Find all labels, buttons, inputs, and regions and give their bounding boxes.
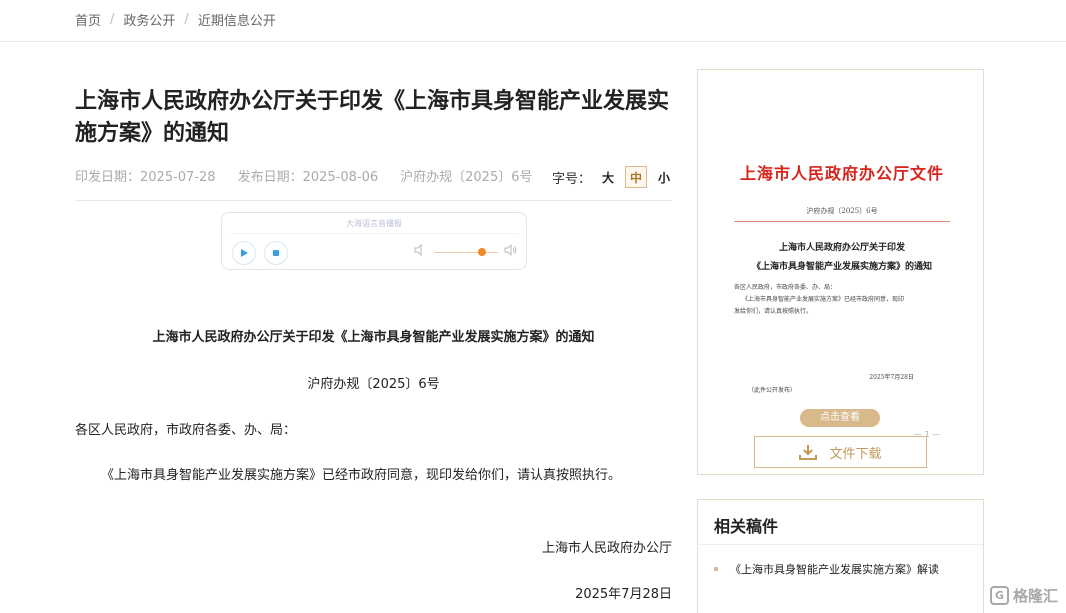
- page-title: 上海市人民政府办公厅关于印发《上海市具身智能产业发展实施方案》的通知: [75, 89, 670, 146]
- related-title: 相关稿件: [714, 517, 779, 536]
- file-thumbnail[interactable]: 上海市人民政府办公厅文件 沪府办规〔2025〕6号 上海市人民政府办公厅关于印发…: [734, 160, 950, 394]
- watermark-text: 格隆汇: [1013, 587, 1059, 605]
- issue-date: 印发日期：2025-07-28: [75, 170, 216, 185]
- download-label: 文件下载: [829, 446, 882, 462]
- play-icon: [241, 249, 248, 257]
- file-title-line1: 上海市人民政府办公厅关于印发: [778, 243, 905, 253]
- breadcrumb-recent-info[interactable]: 近期信息公开: [198, 10, 276, 29]
- volume-high-icon[interactable]: [504, 243, 518, 259]
- document-signature: 上海市人民政府办公厅: [541, 541, 672, 556]
- breadcrumb-bar: 首页 / 政务公开 / 近期信息公开: [0, 0, 1066, 42]
- breadcrumb-gov-affairs[interactable]: 政务公开: [123, 10, 175, 29]
- file-text-line1: 各区人民政府，市政府各委、办、局：: [734, 284, 837, 291]
- audio-player: 大海语言音播报: [221, 212, 527, 270]
- file-red-rule: [734, 221, 950, 222]
- font-size-label: 字号：: [552, 171, 592, 187]
- file-header: 上海市人民政府办公厅文件: [739, 164, 944, 183]
- watermark-logo-icon: G: [990, 586, 1009, 605]
- stop-icon: [273, 250, 279, 256]
- view-file-button[interactable]: 点击查看: [800, 409, 880, 427]
- related-item[interactable]: 《上海市具身智能产业发展实施方案》解读: [714, 561, 939, 577]
- file-text-line2: 《上海市具身智能产业发展实施方案》已经市政府同意，现印: [742, 296, 905, 303]
- related-articles-panel: 相关稿件 《上海市具身智能产业发展实施方案》解读: [697, 499, 984, 613]
- watermark: G 格隆汇: [990, 585, 1058, 606]
- document-salutation: 各区人民政府，市政府各委、办、局：: [75, 423, 297, 438]
- breadcrumb-separator: /: [110, 12, 115, 27]
- breadcrumb-separator: /: [184, 12, 189, 27]
- font-size-medium-button[interactable]: 中: [625, 166, 648, 188]
- file-preview-panel: 上海市人民政府办公厅文件 沪府办规〔2025〕6号 上海市人民政府办公厅关于印发…: [697, 69, 984, 475]
- download-file-button[interactable]: 文件下载: [754, 436, 927, 468]
- article-meta: 印发日期：2025-07-28 发布日期：2025-08-06 沪府办规〔202…: [75, 166, 532, 185]
- doc-number: 沪府办规〔2025〕6号: [400, 170, 533, 185]
- volume-low-icon[interactable]: [414, 243, 426, 259]
- related-item-label: 《上海市具身智能产业发展实施方案》解读: [730, 563, 939, 576]
- file-text: 各区人民政府，市政府各委、办、局： 《上海市具身智能产业发展实施方案》已经市政府…: [734, 282, 950, 318]
- download-icon: [799, 444, 818, 460]
- publish-date: 发布日期：2025-08-06: [237, 170, 379, 185]
- document-paragraph: 《上海市具身智能产业发展实施方案》已经市政府同意，现印发给你们，请认真按照执行。: [101, 468, 622, 483]
- document-heading: 上海市人民政府办公厅关于印发《上海市具身智能产业发展实施方案》的通知: [152, 330, 595, 345]
- audio-divider: [230, 233, 518, 234]
- font-size-selector: 字号： 大 中 小: [552, 166, 675, 188]
- file-text-line3: 发给你们，请认真按照执行。: [734, 308, 813, 315]
- file-public-note: （此件公开发布）: [748, 387, 797, 394]
- file-number: 沪府办规〔2025〕6号: [806, 207, 878, 215]
- breadcrumb-home[interactable]: 首页: [75, 10, 101, 29]
- title-divider: [75, 200, 672, 201]
- stop-button[interactable]: [264, 241, 288, 265]
- volume-slider-track[interactable]: [434, 252, 498, 253]
- related-divider: [698, 544, 983, 545]
- document-date: 2025年7月28日: [575, 587, 672, 602]
- file-title-line2: 《上海市具身智能产业发展实施方案》的通知: [751, 262, 932, 272]
- document-number: 沪府办规〔2025〕6号: [307, 377, 440, 392]
- font-size-small-button[interactable]: 小: [653, 166, 675, 188]
- play-button[interactable]: [232, 241, 256, 265]
- volume-slider-knob[interactable]: [478, 248, 486, 256]
- font-size-large-button[interactable]: 大: [597, 166, 619, 188]
- file-date: 2025年7月28日: [869, 374, 914, 381]
- audio-label: 大海语言音播报: [346, 219, 402, 228]
- bullet-icon: [714, 567, 718, 571]
- breadcrumb: 首页 / 政务公开 / 近期信息公开: [75, 10, 276, 29]
